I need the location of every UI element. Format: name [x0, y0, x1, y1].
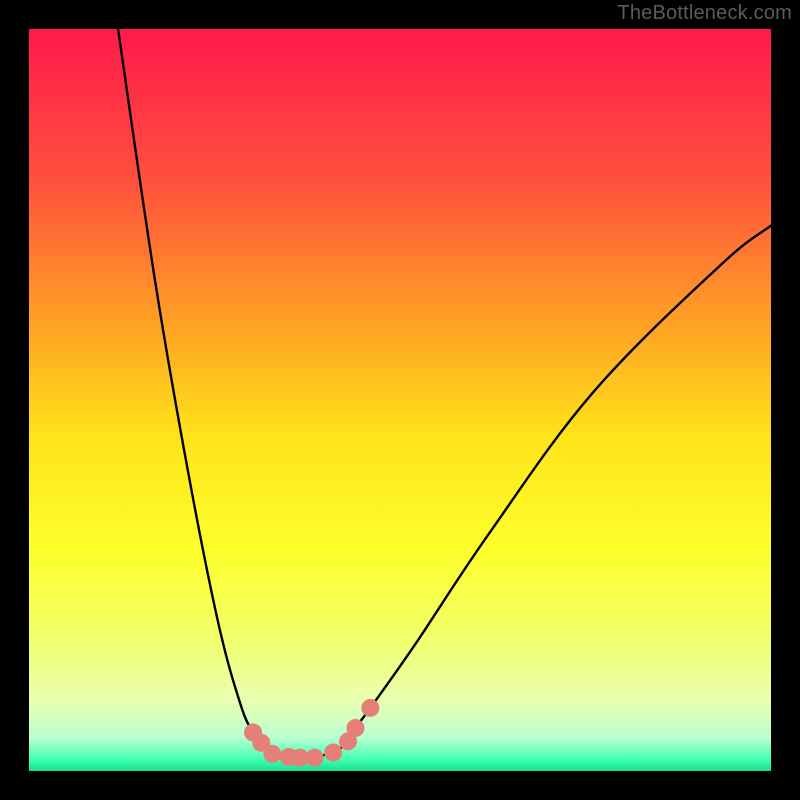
- marker-point: [263, 745, 281, 763]
- marker-point: [361, 699, 379, 717]
- marker-point: [346, 719, 364, 737]
- chart-frame: TheBottleneck.com: [0, 0, 800, 800]
- plot-background: [29, 29, 771, 771]
- watermark: TheBottleneck.com: [617, 2, 792, 25]
- marker-point: [324, 743, 342, 761]
- marker-point: [306, 749, 324, 767]
- chart-svg: [0, 0, 800, 800]
